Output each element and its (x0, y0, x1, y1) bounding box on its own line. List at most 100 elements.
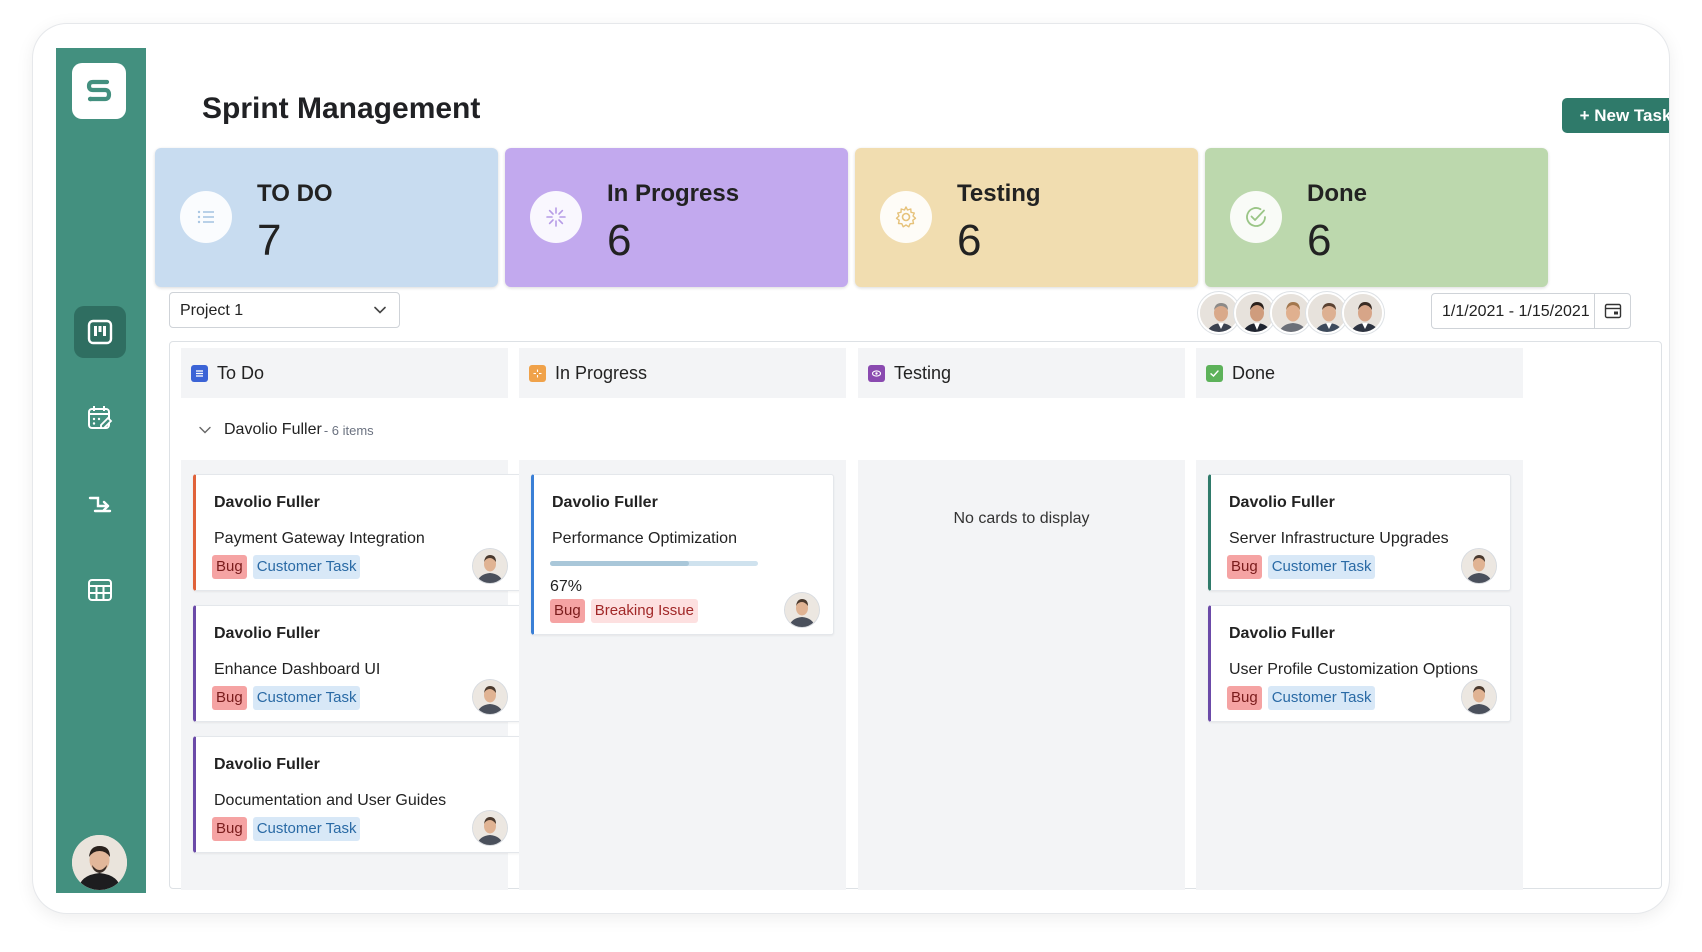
task-card[interactable]: Davolio Fuller User Profile Customizatio… (1208, 605, 1511, 722)
card-assignee: Davolio Fuller (214, 756, 320, 773)
stat-value: 6 (607, 216, 632, 265)
spinner-square-icon (529, 364, 546, 382)
project-dropdown[interactable]: Project 1 (169, 292, 400, 328)
app-logo[interactable] (72, 63, 126, 119)
card-tags: Bug Customer Task (212, 817, 361, 841)
task-card[interactable]: Davolio Fuller Payment Gateway Integrati… (193, 474, 522, 591)
column-body-todo: Davolio Fuller Payment Gateway Integrati… (181, 460, 522, 890)
calendar-button[interactable] (1594, 294, 1630, 328)
card-assignee: Davolio Fuller (214, 625, 320, 642)
chevron-down-icon (374, 306, 386, 314)
nav-calendar[interactable] (74, 392, 126, 444)
stat-card-done[interactable]: Done 6 (1205, 148, 1548, 287)
column-title: In Progress (555, 362, 648, 383)
column-body-done: Davolio Fuller Server Infrastructure Upg… (1196, 460, 1523, 890)
table-grid-icon (88, 579, 112, 601)
card-tags: Bug Breaking Issue (550, 599, 698, 623)
swimlane-name: Davolio Fuller (224, 421, 322, 438)
stat-card-todo[interactable]: TO DO 7 (155, 148, 498, 287)
eye-square-icon (868, 364, 885, 382)
column-header-testing[interactable]: Testing (858, 348, 1185, 398)
nav-workflow[interactable] (74, 478, 126, 530)
column-body-testing: No cards to display (858, 460, 1185, 890)
card-assignee-avatar[interactable] (785, 593, 819, 627)
chevron-down-icon (199, 426, 211, 434)
stat-icon-container (530, 191, 582, 243)
check-circle-icon (1246, 207, 1266, 227)
user-avatar-image (72, 835, 127, 890)
list-icon (197, 210, 214, 224)
page-title: Sprint Management (202, 92, 481, 125)
task-card[interactable]: Davolio Fuller Documentation and User Gu… (193, 736, 522, 853)
nav-kanban-board[interactable] (74, 306, 126, 358)
tag-bug: Bug (212, 817, 247, 841)
card-assignee: Davolio Fuller (214, 494, 320, 511)
tag-customer-task: Customer Task (252, 555, 361, 579)
kanban-board: To Do In Progress Testing Done Davolio F… (169, 341, 1662, 890)
gear-icon (895, 206, 917, 228)
task-card[interactable]: Davolio Fuller Server Infrastructure Upg… (1208, 474, 1511, 591)
swimlane-header[interactable]: Davolio Fuller - 6 items (198, 421, 374, 439)
card-assignee-avatar[interactable] (473, 811, 507, 845)
tag-customer-task: Customer Task (1267, 686, 1376, 710)
card-assignee: Davolio Fuller (1229, 625, 1335, 642)
task-card[interactable]: Davolio Fuller Enhance Dashboard UI Bug … (193, 605, 522, 722)
spinner-icon (546, 207, 566, 227)
column-header-done[interactable]: Done (1196, 348, 1523, 398)
task-card[interactable]: Davolio Fuller Performance Optimization … (531, 474, 834, 635)
card-assignee-avatar[interactable] (473, 549, 507, 583)
column-header-todo[interactable]: To Do (181, 348, 508, 398)
tag-bug: Bug (212, 555, 247, 579)
tag-customer-task: Customer Task (252, 817, 361, 841)
logo-s-icon (86, 79, 112, 102)
card-assignee: Davolio Fuller (1229, 494, 1335, 511)
tag-bug: Bug (1227, 686, 1262, 710)
empty-column-message: No cards to display (953, 510, 1090, 527)
new-task-button[interactable]: + New Task (1562, 98, 1669, 133)
card-title: User Profile Customization Options (1229, 661, 1478, 678)
user-avatar[interactable] (72, 835, 127, 890)
stat-value: 7 (257, 216, 282, 265)
tag-customer-task: Customer Task (252, 686, 361, 710)
tag-bug: Bug (1227, 555, 1262, 579)
stat-icon-container (880, 191, 932, 243)
card-assignee-avatar[interactable] (1462, 549, 1496, 583)
swimlane-count: - 6 items (323, 422, 374, 438)
card-title: Documentation and User Guides (214, 792, 447, 809)
calendar-icon (1604, 303, 1621, 319)
stat-label: In Progress (607, 180, 740, 207)
stat-value: 6 (1307, 216, 1332, 265)
stat-card-testing[interactable]: Testing 6 (855, 148, 1198, 287)
card-tags: Bug Customer Task (1227, 686, 1376, 710)
card-title: Performance Optimization (552, 530, 737, 547)
list-square-icon (191, 364, 208, 382)
column-title: Done (1232, 362, 1276, 383)
assignee-avatar[interactable] (1342, 292, 1384, 334)
progress-bar-fill (550, 561, 690, 566)
progress-label: 67% (550, 578, 583, 595)
stat-icon-container (1230, 191, 1282, 243)
card-title: Server Infrastructure Upgrades (1229, 530, 1449, 547)
card-assignee-avatar[interactable] (1462, 680, 1496, 714)
card-tags: Bug Customer Task (212, 686, 361, 710)
card-title: Payment Gateway Integration (214, 530, 425, 547)
date-range-picker[interactable]: 1/1/2021 - 1/15/2021 (1431, 293, 1631, 329)
stat-icon-container (180, 191, 232, 243)
workflow-icon (88, 496, 112, 513)
project-dropdown-value: Project 1 (180, 302, 244, 319)
sidebar (56, 48, 146, 893)
column-header-in-progress[interactable]: In Progress (519, 348, 846, 398)
tag-bug: Bug (212, 686, 247, 710)
person-photo (1344, 294, 1382, 332)
card-assignee-avatar[interactable] (473, 680, 507, 714)
card-assignee: Davolio Fuller (552, 494, 658, 511)
card-tags: Bug Customer Task (212, 555, 361, 579)
kanban-board-icon (87, 319, 113, 345)
tag-customer-task: Customer Task (1267, 555, 1376, 579)
stat-card-in-progress[interactable]: In Progress 6 (505, 148, 848, 287)
nav-table[interactable] (74, 564, 126, 616)
app-window: Sprint Management + New Task TO DO 7 In … (33, 24, 1669, 913)
stat-label: TO DO (257, 180, 333, 207)
column-title: Testing (894, 362, 952, 383)
progress-bar (550, 561, 758, 566)
